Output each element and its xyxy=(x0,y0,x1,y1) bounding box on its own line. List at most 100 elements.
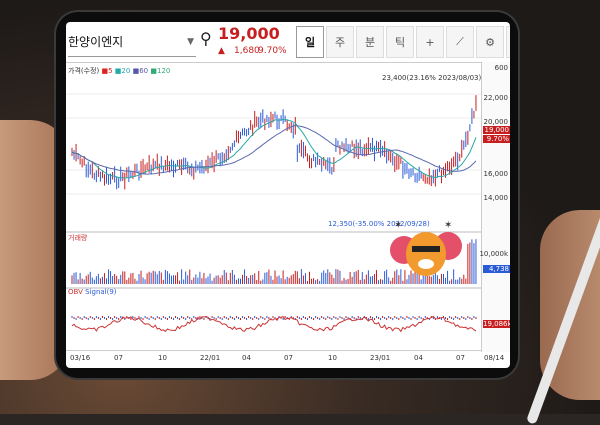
obv-marker xyxy=(262,317,264,319)
obv-marker xyxy=(331,318,333,320)
obv-marker xyxy=(73,317,75,319)
current-price: 19,000 xyxy=(218,24,280,43)
obv-marker xyxy=(85,317,87,319)
obv-marker xyxy=(132,316,134,318)
obv-marker xyxy=(158,317,160,319)
obv-marker xyxy=(319,318,321,320)
period-tabs: 일 주 분 틱 + ⟋ ⚙ ✎ xyxy=(296,26,510,58)
obv-marker xyxy=(333,316,335,318)
obv-marker xyxy=(81,318,83,320)
obv-marker xyxy=(108,316,110,318)
obv-marker xyxy=(406,316,408,318)
obv-marker xyxy=(459,318,461,320)
obv-marker xyxy=(219,317,221,319)
obv-marker xyxy=(130,318,132,320)
obv-marker xyxy=(183,317,185,319)
tab-tick[interactable]: 틱 xyxy=(386,26,414,58)
obv-marker xyxy=(248,316,250,318)
obv-marker xyxy=(187,316,189,318)
obv-marker xyxy=(412,316,414,318)
obv-marker xyxy=(106,318,108,320)
obv-marker xyxy=(345,316,347,318)
obv-marker xyxy=(77,316,79,318)
high-annotation: 23,400(23.16% 2023/08/03) xyxy=(382,74,482,82)
obv-marker xyxy=(99,318,101,320)
obv-marker xyxy=(225,317,227,319)
x-tick: 07 xyxy=(114,354,123,362)
draw-icon[interactable]: ⟋ xyxy=(446,26,474,58)
obv-marker xyxy=(337,318,339,320)
obv-marker xyxy=(193,316,195,318)
obv-marker xyxy=(134,317,136,319)
obv-marker xyxy=(177,317,179,319)
tab-week[interactable]: 주 xyxy=(326,26,354,58)
obv-marker xyxy=(203,318,205,320)
obv-marker xyxy=(461,316,463,318)
pen-icon[interactable]: ✎ xyxy=(506,26,510,58)
stock-selector[interactable]: 한양이엔지 ▼ xyxy=(68,28,196,57)
obv-marker xyxy=(455,316,457,318)
obv-marker xyxy=(160,318,162,320)
obv-marker xyxy=(321,316,323,318)
obv-marker xyxy=(164,317,166,319)
obv-marker xyxy=(142,318,144,320)
obv-marker xyxy=(144,316,146,318)
obv-marker xyxy=(339,316,341,318)
obv-marker xyxy=(237,317,239,319)
obv-signal: Signal(9) xyxy=(85,288,117,296)
obv-marker xyxy=(447,318,449,320)
obv-marker xyxy=(170,317,172,319)
search-icon[interactable]: ⚲ xyxy=(200,29,212,48)
obv-marker xyxy=(436,316,438,318)
obv-marker xyxy=(424,316,426,318)
price-chart[interactable] xyxy=(66,62,482,352)
obv-marker xyxy=(396,317,398,319)
stock-name: 한양이엔지 xyxy=(68,35,124,49)
obv-marker xyxy=(79,317,81,319)
change-arrow-icon: ▲ xyxy=(218,46,225,56)
obv-marker xyxy=(242,316,244,318)
obv-marker xyxy=(189,317,191,319)
obv-label: OBV xyxy=(68,288,83,296)
x-tick: 07 xyxy=(284,354,293,362)
obv-marker xyxy=(382,316,384,318)
chevron-down-icon[interactable]: ▼ xyxy=(187,28,194,56)
obv-marker xyxy=(392,318,394,320)
obv-marker xyxy=(89,316,91,318)
obv-marker xyxy=(473,316,475,318)
tab-day[interactable]: 일 xyxy=(296,26,324,58)
volume-axis-label: 10,000k xyxy=(479,250,508,258)
obv-marker xyxy=(390,317,392,319)
obv-marker xyxy=(162,316,164,318)
svg-text:✶: ✶ xyxy=(394,220,402,231)
obv-marker xyxy=(335,317,337,319)
price-axis: 600 22,000 20,000 19,000 9.70% 16,000 14… xyxy=(479,62,510,352)
obv-marker xyxy=(146,317,148,319)
obv-marker xyxy=(185,318,187,320)
obv-marker xyxy=(402,317,404,319)
obv-marker xyxy=(311,317,313,319)
obv-marker xyxy=(327,316,329,318)
obv-marker xyxy=(239,318,241,320)
obv-marker xyxy=(418,316,420,318)
axis-16000: 16,000 xyxy=(483,170,509,178)
volume-title: 거래량 xyxy=(68,234,88,242)
tab-minute[interactable]: 분 xyxy=(356,26,384,58)
axis-20000: 20,000 xyxy=(483,118,509,126)
obv-marker xyxy=(120,316,122,318)
obv-marker xyxy=(394,316,396,318)
crosshair-icon[interactable]: + xyxy=(416,26,444,58)
obv-marker xyxy=(317,317,319,319)
obv-marker xyxy=(140,317,142,319)
obv-marker xyxy=(110,317,112,319)
current-price-tag: 19,000 xyxy=(483,126,510,134)
x-tick: 04 xyxy=(414,354,423,362)
mascot-sticker: ✶ ✶ xyxy=(390,220,462,276)
obv-marker xyxy=(475,317,477,319)
obv-marker xyxy=(221,318,223,320)
gear-icon[interactable]: ⚙ xyxy=(476,26,504,58)
obv-marker xyxy=(315,316,317,318)
obv-marker xyxy=(87,318,89,320)
obv-marker xyxy=(465,318,467,320)
obv-marker xyxy=(112,318,114,320)
